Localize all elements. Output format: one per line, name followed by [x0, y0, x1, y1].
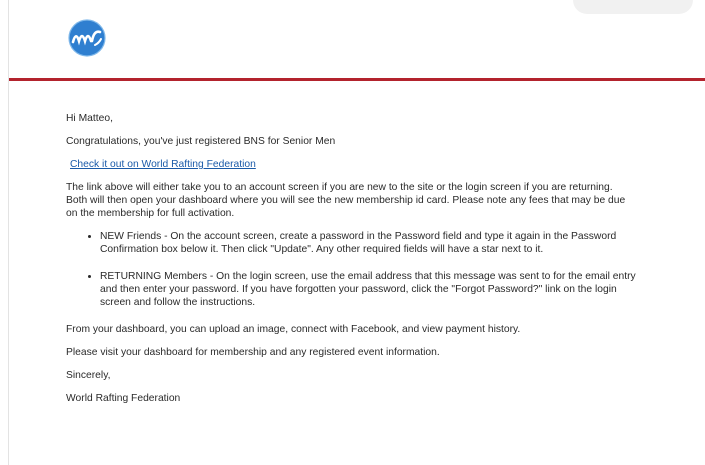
wrf-logo-icon	[68, 19, 106, 57]
top-right-tab	[573, 0, 693, 14]
congratulations-line: Congratulations, you've just registered …	[66, 136, 336, 147]
list-item: RETURNING Members - On the login screen,…	[100, 270, 636, 309]
federation-link[interactable]: Check it out on World Rafting Federation	[70, 158, 256, 171]
signature: World Rafting Federation	[66, 393, 181, 404]
visit-paragraph: Please visit your dashboard for membersh…	[66, 347, 440, 358]
list-item: NEW Friends - On the account screen, cre…	[100, 230, 636, 256]
header-divider	[9, 78, 705, 81]
left-border	[8, 0, 9, 465]
email-body: Hi Matteo, Congratulations, you've just …	[66, 112, 636, 415]
signoff: Sincerely,	[66, 370, 111, 381]
link-info-paragraph: The link above will either take you to a…	[66, 182, 626, 219]
greeting: Hi Matteo,	[66, 113, 113, 124]
instructions-list: NEW Friends - On the account screen, cre…	[66, 230, 636, 309]
dashboard-paragraph: From your dashboard, you can upload an i…	[66, 324, 521, 335]
